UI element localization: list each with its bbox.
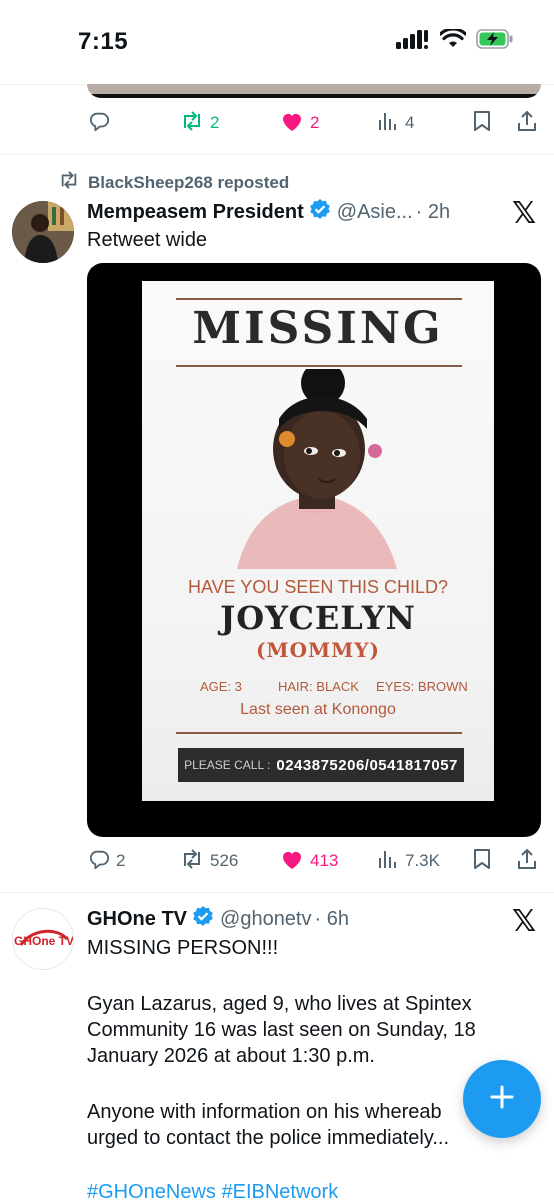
poster-age: AGE: 3	[200, 679, 242, 694]
plus-icon	[487, 1082, 517, 1117]
retweet-icon	[180, 848, 204, 875]
tweet-text-line: urged to contact the police immediately.…	[87, 1127, 450, 1149]
child-photo	[237, 369, 397, 569]
share-icon	[516, 848, 538, 875]
share-button[interactable]	[516, 110, 538, 137]
reply-count: 2	[116, 851, 126, 870]
repost-banner[interactable]: BlackSheep268 reposted	[58, 170, 289, 195]
signal-icon	[396, 29, 430, 54]
views-count: 7.3K	[405, 851, 440, 870]
battery-icon	[476, 29, 514, 54]
tweet-text: Retweet wide	[87, 229, 208, 251]
hashtags-link[interactable]: #GHOneNews #EIBNetwork	[87, 1178, 338, 1200]
previous-tweet-actions: 2 2 4	[88, 109, 540, 137]
poster-call-bar: PLEASE CALL : 0243875206/0541817057	[178, 748, 464, 782]
tweet-header: GHOne TV @ghonetv · 6h	[87, 905, 349, 933]
tweet-actions: 2 526 413 7.3K	[88, 847, 540, 875]
avatar-logo-text: GHOne TV	[14, 934, 74, 948]
x-logo-icon[interactable]: 𝕏	[512, 196, 536, 231]
share-icon	[516, 110, 538, 137]
poster-hair: HAIR: BLACK	[278, 679, 359, 694]
missing-poster: MISSING HAVE YOU SEEN THIS CHILD? JOYCEL…	[142, 281, 494, 801]
like-count: 413	[310, 851, 339, 870]
bookmark-button[interactable]	[472, 848, 492, 875]
poster-line	[176, 298, 462, 300]
poster-child-name: JOYCELYN	[220, 599, 416, 637]
tweet-text-line: Gyan Lazarus, aged 9, who lives at Spint…	[87, 993, 472, 1015]
bookmark-button[interactable]	[472, 110, 492, 137]
bookmark-icon	[472, 848, 492, 875]
wifi-icon	[438, 27, 468, 54]
tweet-separator	[0, 892, 554, 893]
poster-nickname: (MOMMY)	[255, 638, 381, 662]
reply-button[interactable]: 2	[88, 848, 125, 875]
views-button[interactable]: 4	[377, 110, 414, 137]
poster-question: HAVE YOU SEEN THIS CHILD?	[187, 577, 449, 597]
retweet-count: 526	[210, 851, 239, 870]
views-count: 4	[405, 113, 415, 132]
tweet-text-line: Anyone with information on his whereab	[87, 1101, 442, 1123]
repost-banner-text: BlackSheep268 reposted	[88, 172, 290, 192]
compose-button[interactable]	[463, 1060, 541, 1138]
avatar[interactable]: GHOne TV	[12, 908, 74, 970]
tweet-time: · 2h	[415, 200, 451, 223]
poster-eyes: EYES: BROWN	[376, 679, 468, 694]
share-button[interactable]	[516, 848, 538, 875]
poster-last-seen: Last seen at Konongo	[240, 701, 396, 718]
verified-badge-icon	[309, 198, 331, 226]
heart-filled-icon	[280, 848, 304, 875]
reply-icon	[88, 848, 110, 875]
like-button[interactable]: 413	[280, 848, 338, 875]
tweet-media[interactable]: MISSING HAVE YOU SEEN THIS CHILD? JOYCEL…	[87, 263, 541, 837]
tweet-text-line: MISSING PERSON!!!	[87, 937, 279, 959]
retweet-small-icon	[58, 170, 80, 195]
previous-tweet-media[interactable]	[87, 84, 541, 98]
author-handle[interactable]: @Asie...	[337, 201, 413, 224]
retweet-button[interactable]: 2	[180, 110, 219, 137]
poster-call-numbers: 0243875206/0541817057	[276, 756, 458, 774]
bookmark-icon	[472, 110, 492, 137]
reply-button[interactable]	[88, 110, 110, 137]
poster-line	[176, 732, 462, 734]
retweet-icon	[180, 110, 204, 137]
reply-icon	[88, 110, 110, 137]
like-button[interactable]: 2	[280, 110, 319, 137]
tweet-text-line: Community 16 was last seen on Sunday, 18	[87, 1019, 476, 1041]
status-icons	[396, 27, 514, 54]
author-handle[interactable]: @ghonetv	[220, 908, 311, 931]
retweet-count: 2	[210, 113, 220, 132]
tweet-separator	[0, 154, 554, 155]
status-bar: 7:15	[0, 0, 554, 84]
author-name[interactable]: GHOne TV	[87, 908, 187, 931]
tweet-header: Mempeasem President @Asie... · 2h	[87, 198, 450, 226]
heart-filled-icon	[280, 110, 304, 137]
retweet-button[interactable]: 526	[180, 848, 238, 875]
like-count: 2	[310, 113, 320, 132]
poster-title: MISSING	[192, 303, 444, 354]
views-icon	[377, 848, 399, 875]
verified-badge-icon	[192, 905, 214, 933]
tweet-time: · 6h	[314, 907, 349, 930]
poster-call-label: PLEASE CALL :	[184, 758, 271, 772]
tweet-text-line: January 2026 at about 1:30 p.m.	[87, 1045, 375, 1067]
author-name[interactable]: Mempeasem President	[87, 201, 304, 224]
status-time: 7:15	[78, 28, 129, 55]
poster-line	[176, 365, 462, 367]
avatar[interactable]	[12, 201, 74, 263]
views-button[interactable]: 7.3K	[377, 848, 440, 875]
x-logo-icon[interactable]: 𝕏	[512, 904, 536, 939]
views-icon	[377, 110, 399, 137]
